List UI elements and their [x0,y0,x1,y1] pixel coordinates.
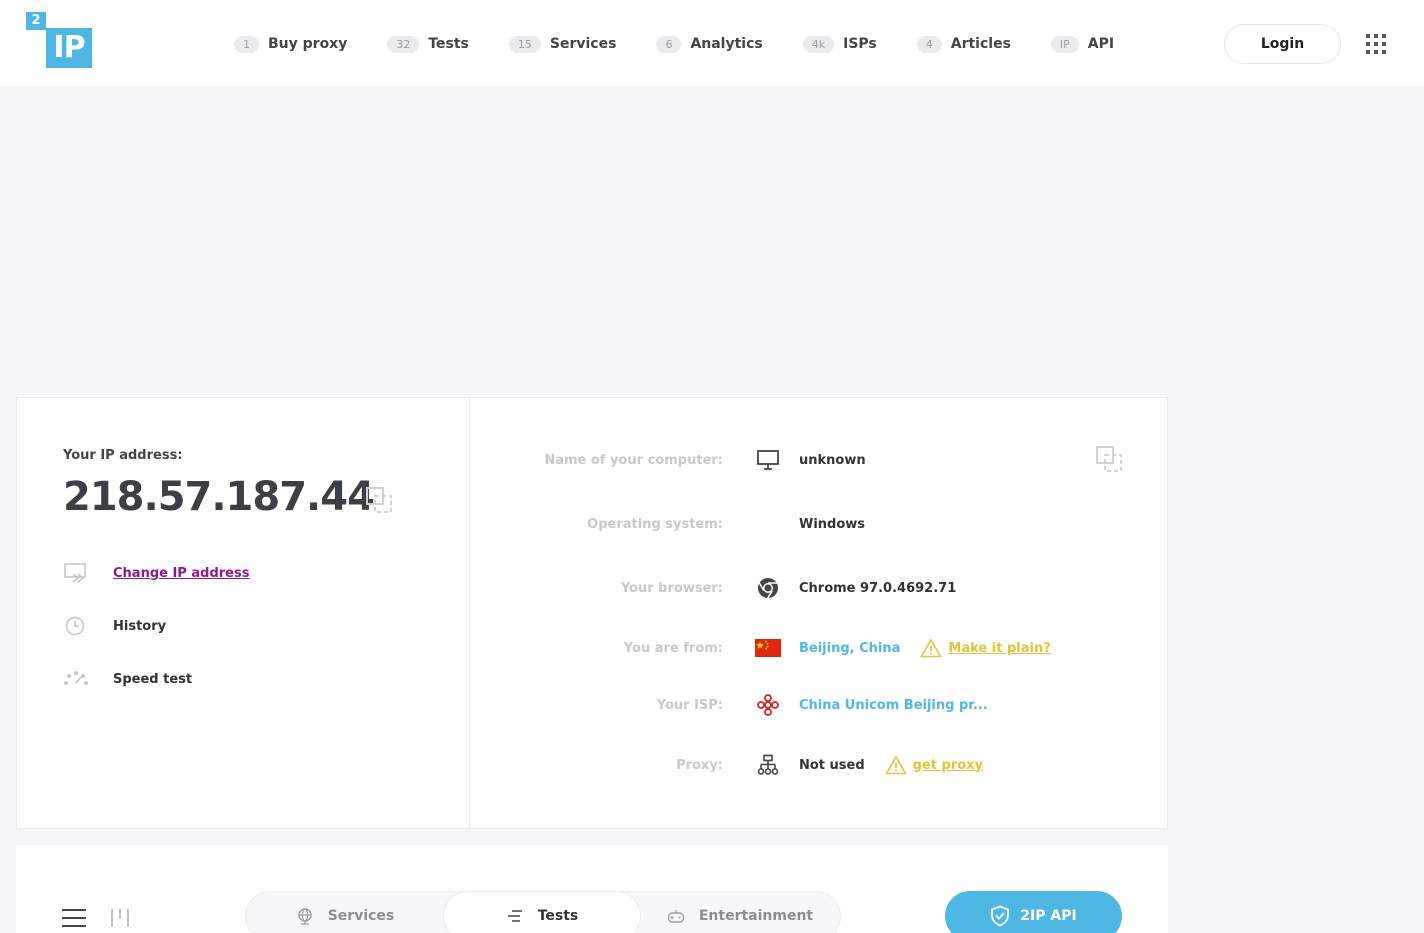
speed-test-action[interactable]: Speed test [63,668,192,690]
site-logo[interactable]: 2 IP [26,12,92,70]
columns-view-icon[interactable] [109,907,131,929]
location-key: You are from: [623,640,723,656]
chrome-icon [755,575,781,601]
make-it-plain-link[interactable]: Make it plain? [920,638,1051,658]
globe-icon [298,908,312,925]
tab-tests[interactable]: Tests [444,892,640,933]
tools-panel: Services Tests Entertainment 2IP API [16,845,1168,933]
browser-key: Your browser: [620,580,723,596]
tab-label: Services [327,908,395,924]
browser-value: Chrome 97.0.4692.71 [799,580,957,596]
nav-badge: 15 [508,35,541,53]
login-button[interactable]: Login [1224,24,1341,64]
proxy-row: Proxy: Not used get proxy [487,750,983,780]
logo-small-mark: 2 [26,12,46,30]
ip-address-value[interactable]: 218.57.187.44 [63,474,375,520]
nav-label: Buy proxy [268,36,348,52]
nav-label: Tests [428,36,469,52]
tab-label: Entertainment [698,908,814,924]
tab-label: Tests [537,908,579,924]
make-it-plain-label: Make it plain? [948,640,1051,656]
proxy-key: Proxy: [676,757,723,773]
change-ip-action[interactable]: Change IP address [63,562,249,584]
location-row: You are from: Beijing, China Make it pla… [487,633,1051,663]
2ip-api-button[interactable]: 2IP API [945,891,1122,933]
monitor-icon [755,447,781,473]
tab-entertainment[interactable]: Entertainment [640,892,840,933]
os-key: Operating system: [587,516,723,532]
warning-icon [884,755,907,775]
nav-item-services[interactable]: 15 Services [508,35,617,53]
nav-item-api[interactable]: IP API [1050,35,1115,53]
history-icon [65,616,85,636]
nav-item-analytics[interactable]: 6 Analytics [656,35,763,53]
isp-row: Your ISP: China Unicom Beijing pr... [487,690,988,720]
computer-name-key: Name of your computer: [544,452,723,468]
os-row: Operating system: Windows [487,509,865,539]
nav-item-isps[interactable]: 4k ISPs [802,35,877,53]
nav-badge: 1 [234,35,259,53]
speedometer-icon [64,671,88,685]
tab-services[interactable]: Services [246,892,444,933]
change-ip-link[interactable]: Change IP address [113,566,249,581]
speed-test-label: Speed test [113,671,193,687]
nav-label: Analytics [690,36,763,52]
china-flag-icon [755,635,781,661]
main-nav: 1 Buy proxy 32 Tests 15 Services 6 Analy… [234,30,1154,58]
computer-name-row: Name of your computer: unknown [487,445,866,475]
nav-item-articles[interactable]: 4 Articles [916,35,1011,53]
computer-name-value: unknown [799,452,866,468]
nav-label: API [1087,36,1115,52]
change-ip-icon [64,563,86,583]
os-value: Windows [799,516,866,532]
nav-item-tests[interactable]: 32 Tests [387,35,469,53]
nav-label: ISPs [843,36,877,52]
get-proxy-label: get proxy [912,757,984,773]
history-action[interactable]: History [63,615,166,637]
isp-key: Your ISP: [656,697,723,713]
shield-icon [991,905,1010,927]
copy-info-icon[interactable] [1095,445,1123,473]
nav-badge: 6 [656,35,682,53]
network-icon [755,752,781,778]
warning-icon [920,638,943,658]
isp-value[interactable]: China Unicom Beijing pr... [799,698,988,713]
nav-item-buy-proxy[interactable]: 1 Buy proxy [234,35,348,53]
list-view-icon[interactable] [62,909,86,927]
browser-row: Your browser: Chrome 97.0.4692.71 [487,573,956,603]
os-icon-placeholder [755,511,781,537]
category-tabs: Services Tests Entertainment [245,891,841,933]
nav-badge: IP [1050,35,1079,53]
logo-big-mark: IP [46,28,92,68]
nav-label: Services [549,36,617,52]
nav-badge: 4 [916,35,942,53]
proxy-value: Not used [799,757,865,773]
nav-label: Articles [950,36,1011,52]
ip-label: Your IP address: [63,448,183,463]
history-label: History [113,618,167,634]
site-header: 2 IP 1 Buy proxy 32 Tests 15 Services 6 … [0,0,1424,86]
api-button-label: 2IP API [1020,908,1077,924]
location-value[interactable]: Beijing, China [799,641,900,656]
nav-badge: 32 [387,35,420,53]
card-divider [469,398,470,828]
ip-info-card: Your IP address: 218.57.187.44 Change IP… [16,397,1168,829]
copy-ip-icon[interactable] [365,486,393,514]
nav-badge: 4k [802,35,835,53]
get-proxy-link[interactable]: get proxy [884,755,984,775]
apps-grid-icon[interactable] [1366,34,1386,54]
china-unicom-logo-icon [755,692,781,718]
gamepad-icon [667,910,685,923]
lines-icon [507,910,522,922]
